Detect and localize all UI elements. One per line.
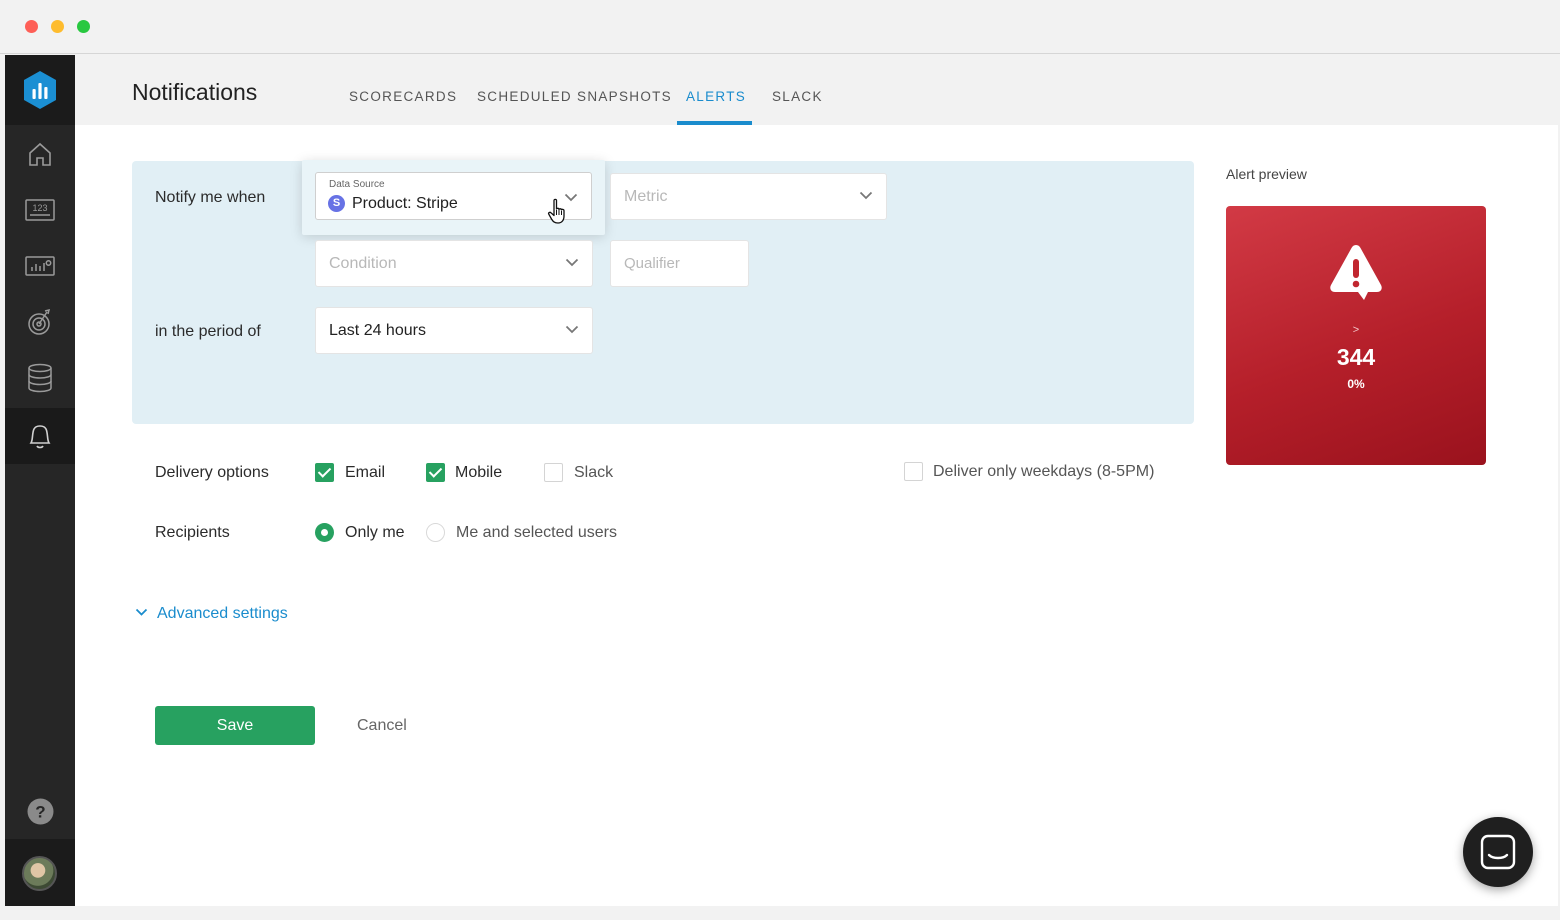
window-maximize-button[interactable] xyxy=(77,20,90,33)
sidebar: 123 ? xyxy=(5,55,80,906)
recipients-label: Recipients xyxy=(155,524,230,541)
weekdays-checkbox[interactable] xyxy=(904,462,923,481)
data-source-value: Product: Stripe xyxy=(352,195,458,212)
chevron-down-icon xyxy=(135,608,148,616)
alert-preview-card: > 344 0% xyxy=(1226,206,1486,465)
avatar[interactable] xyxy=(22,856,57,891)
period-label: in the period of xyxy=(155,323,261,340)
selected-users-radio[interactable] xyxy=(426,523,445,542)
preview-operator: > xyxy=(1352,324,1360,336)
sidebar-item-alerts[interactable] xyxy=(5,408,80,464)
data-source-label: Data Source xyxy=(329,179,385,190)
sidebar-item-databoards[interactable] xyxy=(5,238,75,294)
metric-select[interactable]: Metric xyxy=(610,173,887,220)
sidebar-item-scorecards[interactable]: 123 xyxy=(5,182,75,238)
period-select[interactable]: Last 24 hours xyxy=(315,307,593,354)
slack-checkbox[interactable] xyxy=(544,463,563,482)
sidebar-item-goals[interactable] xyxy=(5,294,75,350)
advanced-settings-toggle[interactable]: Advanced settings xyxy=(135,605,288,623)
page-header: Notifications SCORECARDS SCHEDULED SNAPS… xyxy=(75,55,1558,125)
svg-text:?: ? xyxy=(35,802,45,821)
only-me-radio[interactable] xyxy=(315,523,334,542)
alert-form-area: Notify me when Data Source S Product: St… xyxy=(75,125,1558,906)
window-minimize-button[interactable] xyxy=(51,20,64,33)
condition-select[interactable]: Condition xyxy=(315,240,593,287)
sidebar-item-data-sources[interactable] xyxy=(5,350,75,406)
metric-placeholder: Metric xyxy=(624,188,668,205)
help-button[interactable]: ? xyxy=(5,783,75,839)
tab-alerts[interactable]: ALERTS xyxy=(686,89,746,104)
cancel-button[interactable]: Cancel xyxy=(357,706,407,745)
help-icon: ? xyxy=(27,798,53,824)
window-titlebar xyxy=(0,0,1560,54)
mobile-checkbox[interactable] xyxy=(426,463,445,482)
email-checkbox[interactable] xyxy=(315,463,334,482)
hand-pointer-icon xyxy=(547,198,565,224)
tab-slack[interactable]: SLACK xyxy=(772,89,823,104)
svg-text:123: 123 xyxy=(32,203,47,213)
target-icon xyxy=(28,308,51,335)
chevron-down-icon xyxy=(859,191,873,200)
weekdays-option-label[interactable]: Deliver only weekdays (8-5PM) xyxy=(933,463,1154,481)
qualifier-placeholder: Qualifier xyxy=(624,255,680,272)
brand-logo[interactable] xyxy=(5,55,75,125)
database-icon xyxy=(28,363,52,393)
condition-placeholder: Condition xyxy=(329,255,397,272)
home-icon xyxy=(29,142,51,166)
chat-icon xyxy=(1480,834,1516,870)
preview-value: 344 xyxy=(1336,344,1376,370)
preview-percent: 0% xyxy=(1347,377,1365,391)
advanced-settings-label: Advanced settings xyxy=(157,605,288,622)
bell-icon xyxy=(29,425,51,449)
alert-warning-icon xyxy=(1330,245,1382,300)
delivery-options-label: Delivery options xyxy=(155,464,269,481)
app-window: 123 ? Notifications SCORECARDS SCHEDULED… xyxy=(5,55,1558,906)
databox-logo-icon xyxy=(24,71,56,109)
notify-label: Notify me when xyxy=(155,189,266,206)
sidebar-item-home[interactable] xyxy=(5,126,75,182)
dashboard-chart-icon xyxy=(25,256,55,276)
only-me-label[interactable]: Only me xyxy=(345,524,405,542)
stripe-icon: S xyxy=(328,195,345,212)
chevron-down-icon xyxy=(565,325,579,334)
period-value: Last 24 hours xyxy=(329,322,426,339)
email-option-label[interactable]: Email xyxy=(345,464,385,482)
save-button[interactable]: Save xyxy=(155,706,315,745)
tab-scorecards[interactable]: SCORECARDS xyxy=(349,89,457,104)
page-title: Notifications xyxy=(132,79,258,105)
tab-scheduled-snapshots[interactable]: SCHEDULED SNAPSHOTS xyxy=(477,89,672,104)
qualifier-input[interactable]: Qualifier xyxy=(610,240,749,287)
numbers-123-icon: 123 xyxy=(25,199,55,221)
slack-option-label[interactable]: Slack xyxy=(574,464,613,482)
selected-users-label[interactable]: Me and selected users xyxy=(456,524,617,542)
chat-launcher-button[interactable] xyxy=(1463,817,1533,887)
window-close-button[interactable] xyxy=(25,20,38,33)
chevron-down-icon xyxy=(565,258,579,267)
mobile-option-label[interactable]: Mobile xyxy=(455,464,502,482)
alert-preview-title: Alert preview xyxy=(1226,166,1307,182)
